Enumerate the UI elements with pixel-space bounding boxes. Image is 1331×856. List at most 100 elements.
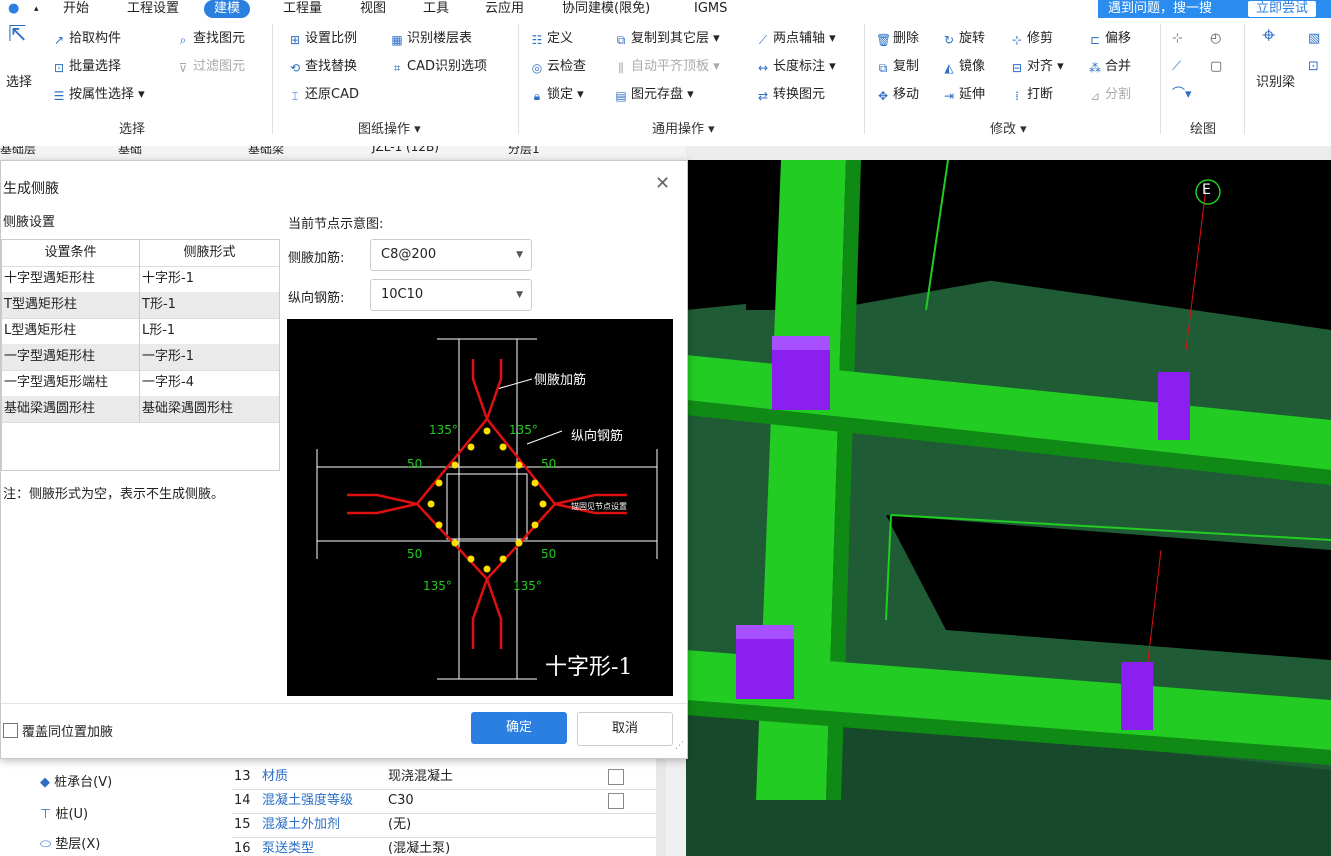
arc-draw-icon[interactable]: ⌒▾: [1172, 86, 1192, 104]
row-form[interactable]: 基础梁遇圆形柱: [142, 396, 277, 422]
extend-icon: ⇥: [943, 89, 955, 103]
identify-floor-table-button[interactable]: ▦ 识别楼层表: [390, 30, 472, 48]
cloud-check-button[interactable]: ◎ 云检查: [530, 58, 586, 76]
element-store-button[interactable]: ▤ 图元存盘 ▾: [614, 86, 693, 104]
menu-collab-modeling[interactable]: 协同建模(限免): [562, 0, 650, 18]
menu-quantity[interactable]: 工程量: [283, 0, 322, 18]
pick-member-button[interactable]: ↗ 拾取构件: [52, 30, 121, 48]
menu-cloud[interactable]: 云应用: [485, 0, 524, 18]
identify-beam-button[interactable]: 识别梁: [1256, 74, 1295, 92]
select-button[interactable]: 选择: [6, 74, 32, 92]
table-row[interactable]: L型遇矩形柱 L形-1: [2, 318, 279, 345]
copy-to-floor-button[interactable]: ⧉ 复制到其它层 ▾: [614, 30, 720, 48]
attr-select-button[interactable]: ☰ 按属性选择 ▾: [52, 86, 145, 104]
cover-checkbox[interactable]: [3, 723, 18, 738]
diagram-dim: 50: [541, 547, 557, 561]
find-element-button[interactable]: ⌕ 查找图元: [176, 30, 245, 48]
mirror-button[interactable]: ◭ 镜像: [942, 58, 985, 76]
row-form[interactable]: 一字形-1: [142, 344, 277, 370]
table-row[interactable]: 基础梁遇圆形柱 基础梁遇圆形柱: [2, 396, 279, 423]
lock-button[interactable]: 🔒︎ 锁定 ▾: [530, 86, 584, 104]
point-draw-icon[interactable]: ⊹: [1172, 30, 1183, 48]
set-scale-button[interactable]: ⊞ 设置比例: [288, 30, 357, 48]
menu-view[interactable]: 视图: [360, 0, 386, 18]
extend-button[interactable]: ⇥ 延伸: [942, 86, 985, 104]
move-button[interactable]: ✥ 移动: [876, 86, 919, 104]
diagram-angle: 135°: [513, 579, 542, 593]
cad-options-button[interactable]: ⌗ CAD识别选项: [390, 58, 487, 76]
delete-button[interactable]: 🗑︎ 删除: [876, 30, 919, 48]
rotate-button[interactable]: ↻ 旋转: [942, 30, 985, 48]
break-button[interactable]: ⁞ 打断: [1010, 86, 1053, 104]
row-form[interactable]: 十字形-1: [142, 266, 277, 292]
member-combo[interactable]: JZL-1 (12B): [372, 146, 439, 154]
prop-value[interactable]: 现浇混凝土: [388, 765, 453, 789]
cancel-button[interactable]: 取消: [577, 712, 673, 746]
generate-haunch-dialog: 生成侧腋 ✕ 侧腋设置 设置条件 侧腋形式 十字型遇矩形柱 十字形-1 T型遇矩…: [0, 160, 688, 759]
panel-splitter[interactable]: [656, 757, 666, 856]
auto-flat-slab-button[interactable]: ⫼ 自动平齐顶板 ▾: [614, 58, 719, 76]
batch-select-button[interactable]: ⊡ 批量选择: [52, 58, 121, 76]
prop-checkbox[interactable]: [608, 793, 624, 809]
circle-draw-icon[interactable]: ◴: [1210, 30, 1221, 48]
offset-button[interactable]: ⊏ 偏移: [1088, 30, 1131, 48]
menu-start[interactable]: 开始: [63, 0, 89, 18]
prop-value[interactable]: C30: [388, 789, 414, 813]
resize-grip-icon[interactable]: ⋰: [675, 741, 684, 751]
quick-access-dropdown-icon[interactable]: ▴: [34, 0, 39, 18]
beam-tool-icon[interactable]: ▧: [1308, 30, 1320, 48]
menu-project-settings[interactable]: 工程设置: [127, 0, 179, 18]
offset-label: 偏移: [1105, 31, 1132, 46]
menu-igms[interactable]: IGMS: [694, 0, 727, 18]
category-combo[interactable]: 基础: [118, 146, 142, 157]
length-mark-button[interactable]: ↔ 长度标注 ▾: [756, 58, 836, 76]
table-row[interactable]: T型遇矩形柱 T形-1: [2, 292, 279, 319]
align-button[interactable]: ⊟ 对齐 ▾: [1010, 58, 1064, 76]
tree-item-cushion[interactable]: ⬭ 垫层(X): [40, 833, 100, 852]
line-draw-icon[interactable]: ⟋: [1172, 58, 1181, 76]
rect-draw-icon[interactable]: ▢: [1210, 58, 1222, 76]
row-form[interactable]: T形-1: [142, 292, 277, 318]
app-logo-icon[interactable]: ●: [8, 0, 19, 18]
copy-button[interactable]: ⧉ 复制: [876, 58, 919, 76]
table-row[interactable]: 一字型遇矩形端柱 一字形-4: [2, 370, 279, 397]
trim-button[interactable]: ⊹ 修剪: [1010, 30, 1053, 48]
tree-label: 桩承台(V): [54, 775, 113, 790]
menu-modeling[interactable]: 建模: [204, 0, 251, 18]
haunch-rebar-select[interactable]: C8@200 ▼: [370, 239, 532, 271]
long-rebar-select[interactable]: 10C10 ▼: [370, 279, 532, 311]
two-point-axis-button[interactable]: ⟋ 两点辅轴 ▾: [756, 30, 836, 48]
beam-tool2-icon[interactable]: ⊡: [1308, 58, 1319, 76]
prop-value[interactable]: (混凝土泵): [388, 837, 450, 856]
find-replace-button[interactable]: ⟲ 查找替换: [288, 58, 357, 76]
ok-button[interactable]: 确定: [471, 712, 567, 744]
tree-item-pile[interactable]: ⊤ 桩(U): [40, 803, 88, 822]
define-button[interactable]: ☷ 定义: [530, 30, 573, 48]
header-form: 侧腋形式: [183, 245, 236, 260]
tree-item-pile-cap[interactable]: ◆ 桩承台(V): [40, 771, 112, 790]
row-number: 13: [234, 769, 251, 784]
split-button[interactable]: ⊿ 分割: [1088, 86, 1131, 104]
model-viewport[interactable]: E: [686, 160, 1331, 856]
prop-checkbox[interactable]: [608, 769, 624, 785]
type-combo[interactable]: 基础梁: [248, 146, 284, 157]
row-number: 15: [234, 817, 251, 832]
floor-combo[interactable]: 基础层: [0, 146, 36, 157]
row-form[interactable]: L形-1: [142, 318, 277, 344]
menu-tools[interactable]: 工具: [423, 0, 449, 18]
try-now-button[interactable]: 立即尝试: [1248, 1, 1317, 17]
table-row[interactable]: 一字型遇矩形柱 一字形-1: [2, 344, 279, 371]
prop-value[interactable]: (无): [388, 813, 411, 837]
search-hint[interactable]: 遇到问题，搜一搜: [1108, 0, 1212, 18]
viewport-canvas: [686, 160, 1331, 856]
cover-checkbox-row[interactable]: 覆盖同位置加腋: [3, 721, 113, 740]
table-row[interactable]: 十字型遇矩形柱 十字形-1: [2, 266, 279, 293]
header-condition: 设置条件: [44, 245, 97, 260]
sublayer-combo[interactable]: 分层1: [508, 146, 540, 157]
merge-button[interactable]: ⁂ 合并: [1088, 58, 1131, 76]
row-form[interactable]: 一字形-4: [142, 370, 277, 396]
filter-element-button[interactable]: ⊽ 过滤图元: [176, 58, 245, 76]
restore-cad-button[interactable]: ⌶ 还原CAD: [288, 86, 359, 104]
close-icon[interactable]: ✕: [655, 173, 670, 194]
convert-element-button[interactable]: ⇄ 转换图元: [756, 86, 825, 104]
